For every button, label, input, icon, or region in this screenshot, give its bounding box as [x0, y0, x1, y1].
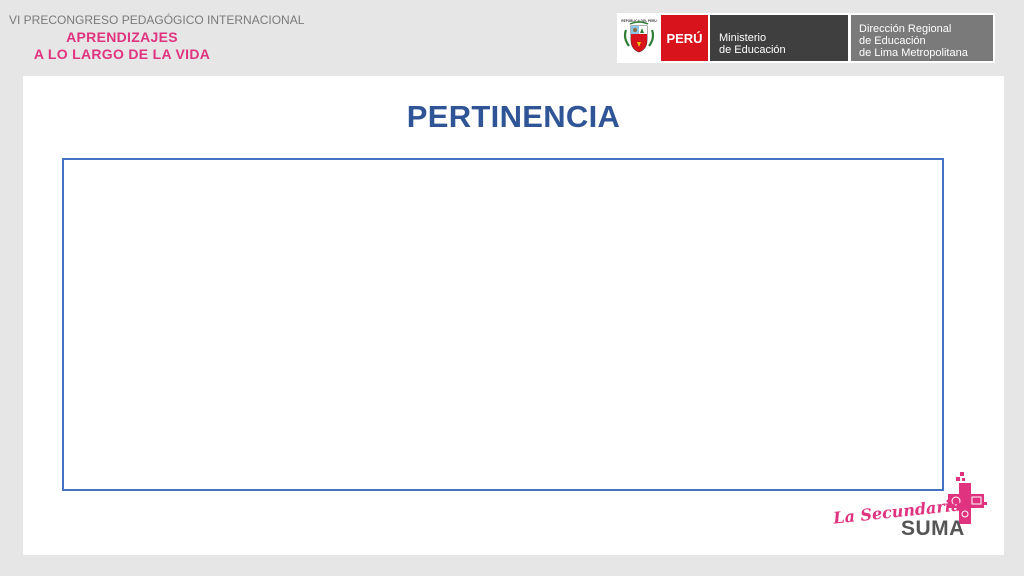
event-supertitle: VI PRECONGRESO PEDAGÓGICO INTERNACIONAL: [9, 13, 305, 27]
event-header: VI PRECONGRESO PEDAGÓGICO INTERNACIONAL …: [9, 13, 309, 63]
dre-line1: Dirección Regional: [859, 23, 952, 35]
event-title-line2: A LO LARGO DE LA VIDA: [33, 46, 211, 62]
government-logo-bar: REPÚBLICA DEL PERÚ PERÚ Ministerio de Ed…: [617, 13, 995, 63]
event-title-line1: APRENDIZAJES: [66, 29, 178, 45]
coat-of-arms-icon: REPÚBLICA DEL PERÚ: [617, 13, 661, 63]
regional-direction-label: Dirección Regional de Educación de Lima …: [851, 15, 993, 61]
dre-line3: de Lima Metropolitana: [859, 47, 968, 59]
la-secundaria-suma-logo: La Secundaria SUMA: [828, 462, 998, 552]
dre-line2: de Educación: [859, 35, 926, 47]
content-box: [62, 158, 944, 491]
ministry-label: Ministerio de Educación: [710, 15, 848, 61]
brand-line2: SUMA: [901, 517, 965, 540]
peru-label: PERÚ: [661, 15, 708, 61]
ministry-line2: de Educación: [719, 44, 786, 56]
ministry-line1: Ministerio: [719, 32, 767, 44]
slide-title: PERTINENCIA: [406, 99, 621, 134]
